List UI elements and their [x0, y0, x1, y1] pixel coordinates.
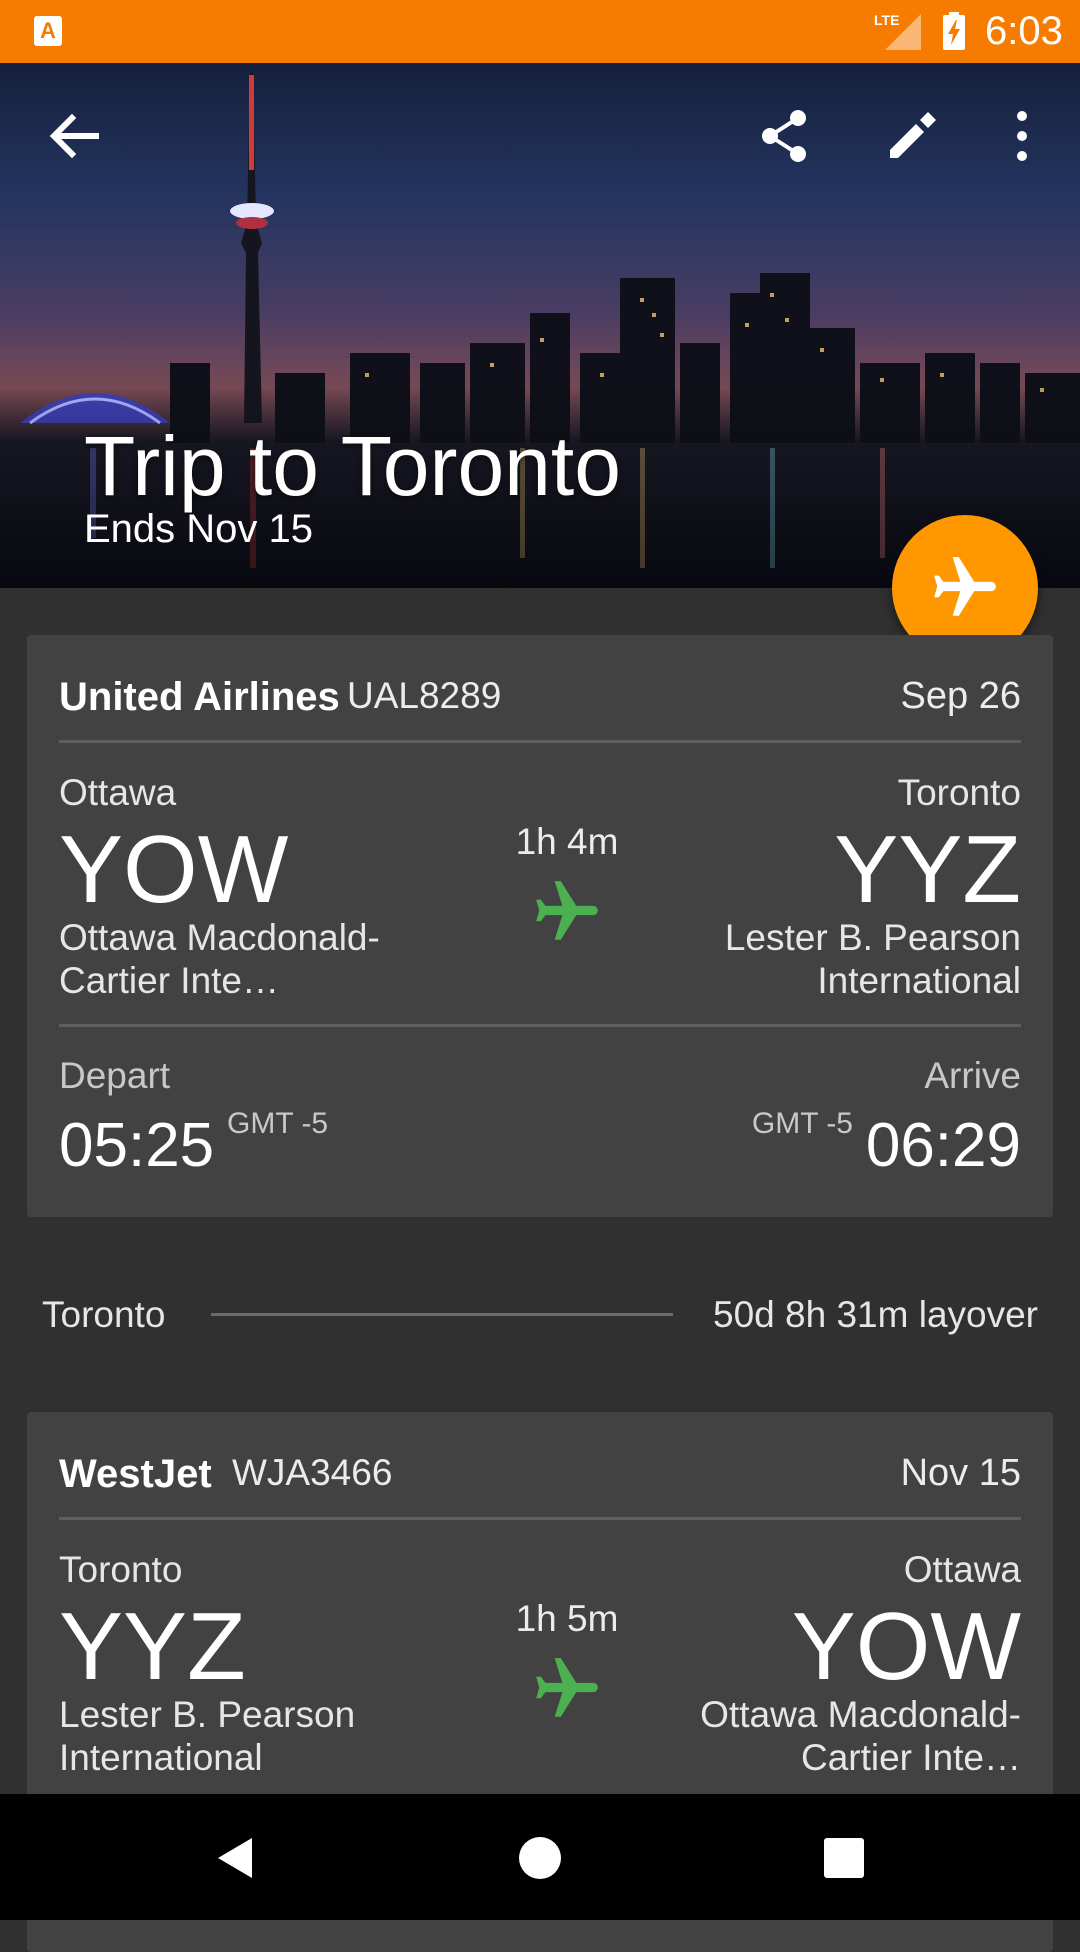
divider — [59, 740, 1021, 743]
flight-duration: 1h 5m — [515, 1598, 619, 1639]
airline-name: WestJet — [59, 1452, 212, 1496]
origin-city: Ottawa — [59, 772, 177, 813]
back-nav-icon[interactable] — [208, 1830, 264, 1886]
destination-airport: Ottawa Macdonald-Cartier Inte… — [700, 1694, 1021, 1778]
origin-city: Toronto — [59, 1549, 183, 1590]
origin-airport: Lester B. Pearson International — [59, 1694, 356, 1778]
trip-subtitle: Ends Nov 15 — [84, 507, 314, 551]
home-nav-icon[interactable] — [512, 1830, 568, 1886]
destination-city: Ottawa — [903, 1549, 1021, 1590]
destination-airport: Lester B. Pearson International — [724, 917, 1021, 1001]
arrive-timezone: GMT -5 — [751, 1107, 853, 1140]
trip-header: Trip to Toronto Ends Nov 15 — [0, 63, 1080, 588]
airplane-icon — [934, 557, 996, 616]
edit-pencil-icon[interactable] — [876, 100, 948, 172]
destination-code: YOW — [791, 1593, 1021, 1700]
layover-city: Toronto — [42, 1294, 166, 1335]
flight-number: WJA3466 — [232, 1452, 393, 1493]
trip-title: Trip to Toronto — [84, 419, 621, 513]
arrive-time: 06:29 — [865, 1111, 1021, 1180]
share-icon[interactable] — [748, 100, 820, 172]
flight-date: Nov 15 — [900, 1452, 1021, 1494]
layover-duration: 50d 8h 31m layover — [713, 1294, 1038, 1335]
depart-timezone: GMT -5 — [227, 1107, 329, 1140]
depart-label: Depart — [59, 1055, 171, 1096]
airplane-icon — [536, 1658, 598, 1717]
app-notification-icon: A — [34, 16, 62, 46]
airplane-icon — [536, 881, 598, 940]
status-bar: A LTE 6:03 — [0, 0, 1080, 63]
origin-code: YYZ — [59, 1593, 246, 1700]
clock: 6:03 — [985, 9, 1063, 53]
destination-city: Toronto — [897, 772, 1021, 813]
flight-card[interactable]: United Airlines UAL8289 Sep 26 Ottawa YO… — [27, 635, 1053, 1217]
more-vert-icon[interactable] — [986, 100, 1058, 172]
destination-code: YYZ — [834, 816, 1021, 923]
recents-nav-icon[interactable] — [816, 1830, 872, 1886]
divider — [59, 1517, 1021, 1520]
back-arrow-icon[interactable] — [38, 100, 110, 172]
signal-icon — [885, 14, 921, 50]
flight-number: UAL8289 — [347, 675, 502, 716]
battery-charging-icon — [943, 12, 965, 50]
airline-name: United Airlines — [59, 675, 340, 719]
system-nav-bar — [0, 1794, 1080, 1920]
arrive-label: Arrive — [924, 1055, 1021, 1096]
origin-airport: Ottawa Macdonald-Cartier Inte… — [59, 917, 380, 1001]
depart-time: 05:25 — [59, 1111, 215, 1180]
flight-duration: 1h 4m — [515, 821, 619, 862]
layover-divider — [211, 1313, 673, 1316]
divider — [59, 1024, 1021, 1027]
flight-date: Sep 26 — [900, 675, 1021, 717]
origin-code: YOW — [59, 816, 289, 923]
